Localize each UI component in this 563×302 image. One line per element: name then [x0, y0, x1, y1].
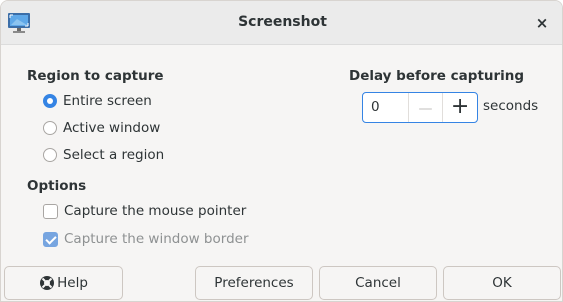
- plus-icon: +: [450, 94, 470, 119]
- screenshot-dialog: Screenshot × Region to capture Entire sc…: [0, 0, 563, 302]
- checkbox-mouse-pointer[interactable]: Capture the mouse pointer: [43, 201, 246, 221]
- radio-label: Active window: [63, 120, 161, 136]
- delay-unit-label: seconds: [483, 98, 539, 114]
- delay-spinbutton[interactable]: 0 — +: [362, 92, 478, 123]
- radio-button[interactable]: [43, 121, 57, 135]
- radio-select-region[interactable]: Select a region: [43, 145, 164, 165]
- checkbox-window-border[interactable]: Capture the window border: [43, 229, 249, 249]
- region-heading: Region to capture: [27, 68, 164, 84]
- help-lifebuoy-icon: [40, 276, 55, 290]
- titlebar: Screenshot ×: [1, 1, 562, 45]
- radio-label: Entire screen: [63, 93, 152, 109]
- delay-heading: Delay before capturing: [349, 68, 525, 84]
- checkbox-checked[interactable]: [43, 231, 58, 247]
- cancel-label: Cancel: [355, 275, 401, 291]
- cancel-button[interactable]: Cancel: [319, 266, 437, 300]
- window-title: Screenshot: [238, 14, 327, 30]
- ok-label: OK: [492, 275, 512, 291]
- help-label: Help: [57, 275, 88, 291]
- close-button[interactable]: ×: [532, 13, 552, 33]
- radio-label: Select a region: [63, 147, 165, 163]
- options-heading: Options: [27, 178, 87, 194]
- radio-button[interactable]: [43, 148, 57, 162]
- decrement-button[interactable]: —: [409, 93, 444, 122]
- minus-icon: —: [418, 101, 433, 117]
- preferences-label: Preferences: [214, 275, 294, 291]
- radio-entire-screen[interactable]: Entire screen: [43, 91, 152, 111]
- checkbox[interactable]: [43, 203, 58, 219]
- radio-active-window[interactable]: Active window: [43, 118, 160, 138]
- preferences-button[interactable]: Preferences: [195, 266, 313, 300]
- checkbox-label: Capture the mouse pointer: [64, 203, 247, 219]
- increment-button[interactable]: +: [443, 93, 477, 122]
- radio-button-selected[interactable]: [43, 94, 57, 108]
- close-icon: ×: [535, 14, 549, 32]
- help-button[interactable]: Help: [4, 266, 123, 300]
- ok-button[interactable]: OK: [443, 266, 561, 300]
- checkbox-label: Capture the window border: [64, 231, 249, 247]
- delay-value-input[interactable]: 0: [363, 93, 409, 122]
